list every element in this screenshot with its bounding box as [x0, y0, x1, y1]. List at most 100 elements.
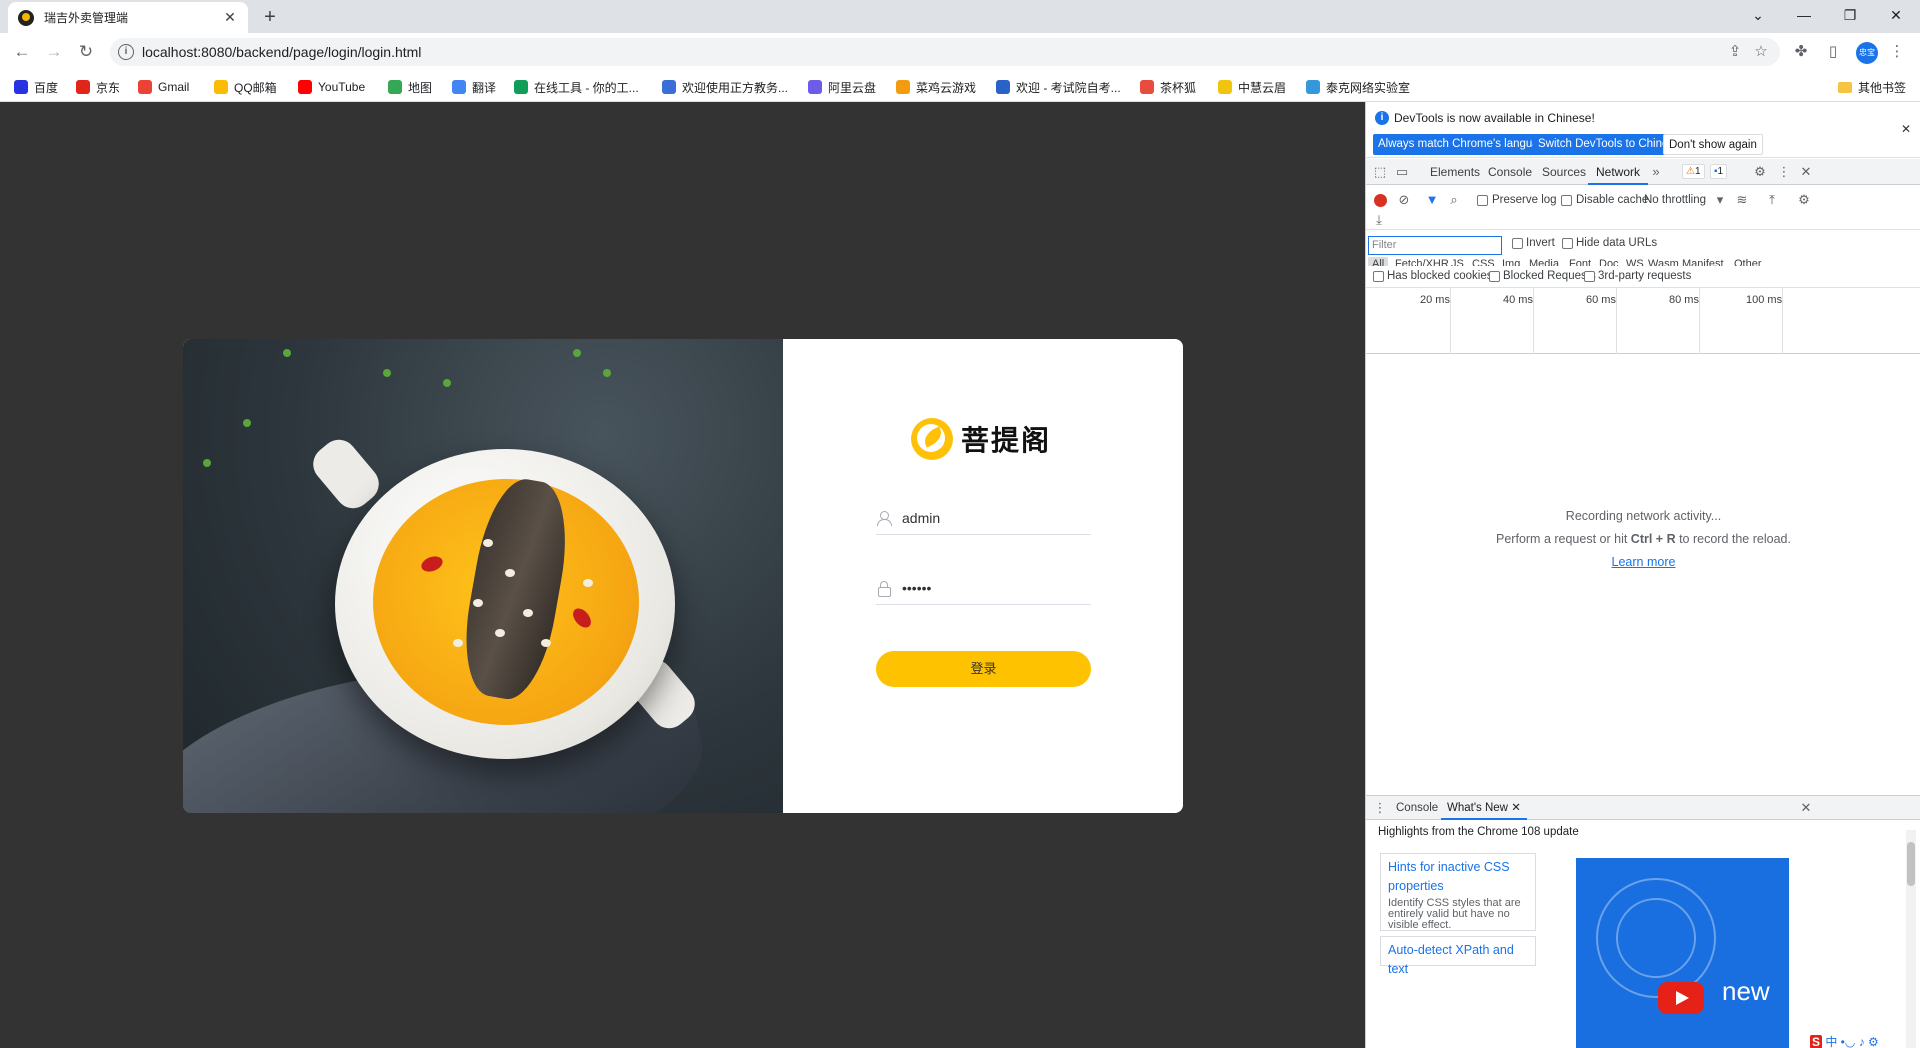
address-bar[interactable]: i localhost:8080/backend/page/login/logi… [110, 38, 1780, 66]
bookmark-item[interactable]: 在线工具 - 你的工... [514, 77, 639, 97]
bookmark-item[interactable]: QQ邮箱 [214, 77, 277, 97]
close-window-button[interactable]: ✕ [1873, 0, 1919, 30]
other-bookmarks-folder[interactable]: 其他书签 [1838, 77, 1906, 97]
timeline-gridline [1616, 288, 1617, 354]
network-settings-icon[interactable]: ⚙ [1796, 192, 1812, 208]
tab-close-icon[interactable]: ✕ [222, 9, 238, 26]
dont-show-again-button[interactable]: Don't show again [1663, 134, 1763, 155]
bookmark-item[interactable]: 京东 [76, 77, 120, 97]
bookmark-item[interactable]: 茶杯狐 [1140, 77, 1196, 97]
brand-logo: 菩提阁 [911, 417, 1051, 461]
drawer-scrollbar[interactable] [1906, 830, 1916, 1048]
messages-badge[interactable]: ▪1 [1710, 164, 1728, 179]
hide-data-urls-checkbox[interactable] [1562, 238, 1573, 249]
bookmark-item[interactable]: 欢迎使用正方教务... [662, 77, 788, 97]
record-icon[interactable] [1374, 194, 1387, 207]
username-value[interactable]: admin [902, 510, 940, 526]
restore-button[interactable]: ❐ [1827, 0, 1873, 30]
clear-icon[interactable]: ⊘ [1396, 192, 1412, 208]
tab-network[interactable]: Network [1588, 159, 1649, 185]
browser-tab-strip: 瑞吉外卖管理端 ✕ + ⌄ — ❐ ✕ [0, 0, 1920, 33]
reload-icon[interactable]: ↻ [72, 38, 100, 66]
bookmark-star-icon[interactable]: ☆ [1752, 43, 1770, 61]
bookmark-item[interactable]: 菜鸡云游戏 [896, 77, 976, 97]
password-value[interactable]: •••••• [902, 580, 931, 596]
card-title[interactable]: Hints for inactive CSS properties [1388, 858, 1528, 896]
whats-new-video-thumbnail[interactable]: new [1576, 858, 1789, 1048]
drawer-tab-console[interactable]: Console [1396, 796, 1438, 820]
disable-cache-checkbox[interactable] [1561, 195, 1572, 206]
sogou-ime-icon[interactable]: S [1810, 1035, 1823, 1048]
bookmark-favicon-icon [138, 80, 152, 94]
back-icon[interactable]: ← [8, 38, 36, 66]
tab-search-icon[interactable]: ⌄ [1735, 0, 1781, 30]
login-button[interactable]: 登录 [876, 651, 1091, 687]
infobar-close-icon[interactable]: ✕ [1901, 122, 1911, 136]
inspect-element-icon[interactable]: ⬚ [1372, 164, 1388, 180]
bookmark-item[interactable]: 翻译 [452, 77, 496, 97]
network-timeline-overview[interactable]: 20 ms 40 ms 60 ms 80 ms 100 ms [1366, 288, 1920, 354]
timeline-gridline [1699, 288, 1700, 354]
whats-new-card[interactable]: Hints for inactive CSS properties Identi… [1380, 853, 1536, 931]
more-menu-icon[interactable]: ⋮ [1886, 41, 1908, 63]
filter-funnel-icon[interactable]: ▼ [1424, 192, 1440, 208]
bookmark-item[interactable]: 百度 [14, 77, 58, 97]
bookmark-item[interactable]: 阿里云盘 [808, 77, 876, 97]
tab-elements[interactable]: Elements [1430, 159, 1480, 185]
search-icon[interactable]: ⌕ [1446, 192, 1462, 208]
password-field[interactable]: •••••• [876, 571, 1091, 605]
close-tab-icon[interactable]: ✕ [1511, 802, 1521, 814]
throttling-select[interactable]: No throttling [1644, 194, 1706, 206]
device-toggle-icon[interactable]: ▭ [1394, 164, 1410, 180]
throttling-dropdown-icon[interactable]: ▾ [1712, 192, 1728, 208]
site-info-icon[interactable]: i [118, 44, 134, 60]
new-tab-button[interactable]: + [256, 4, 284, 32]
username-field[interactable]: admin [876, 501, 1091, 535]
extensions-icon[interactable]: ✤ [1790, 41, 1812, 63]
more-tabs-icon[interactable]: » [1648, 164, 1664, 180]
bookmark-item[interactable]: 泰克网络实验室 [1306, 77, 1410, 97]
messages-count: 1 [1717, 166, 1724, 177]
scrollbar-thumb[interactable] [1907, 842, 1915, 886]
invert-checkbox[interactable] [1512, 238, 1523, 249]
side-panel-icon[interactable]: ▯ [1822, 41, 1844, 63]
preserve-log-checkbox[interactable] [1477, 195, 1488, 206]
warnings-badge[interactable]: ⚠1 [1682, 164, 1705, 179]
grain [541, 639, 551, 647]
match-language-button[interactable]: Always match Chrome's language [1373, 134, 1557, 155]
drawer-close-icon[interactable]: ✕ [1798, 800, 1814, 816]
import-har-icon[interactable]: ⤒ [1764, 192, 1780, 208]
devtools-menu-icon[interactable]: ⋮ [1776, 164, 1792, 180]
drawer-menu-icon[interactable]: ⋮ [1372, 800, 1388, 816]
export-har-icon[interactable]: ⤓ [1371, 212, 1387, 228]
filter-input[interactable]: Filter [1368, 236, 1502, 255]
bookmark-item[interactable]: 地图 [388, 77, 432, 97]
forward-icon[interactable]: → [40, 38, 68, 66]
address-url[interactable]: localhost:8080/backend/page/login/login.… [142, 44, 421, 60]
profile-avatar[interactable]: 忠宝 [1856, 42, 1878, 64]
tab-console[interactable]: Console [1488, 159, 1532, 185]
bookmark-item[interactable]: 欢迎 - 考试院自考... [996, 77, 1121, 97]
ime-toolbar[interactable]: S 中 •◡ ♪ ⚙ [1808, 1033, 1881, 1048]
whats-new-card[interactable]: Auto-detect XPath and text [1380, 936, 1536, 976]
third-party-checkbox[interactable] [1584, 271, 1595, 282]
bookmark-item[interactable]: 中慧云眉 [1218, 77, 1286, 97]
video-graphic [1616, 898, 1696, 978]
bookmark-item[interactable]: YouTube [298, 77, 365, 97]
youtube-play-icon[interactable] [1658, 982, 1704, 1014]
tab-sources[interactable]: Sources [1542, 159, 1586, 185]
settings-gear-icon[interactable]: ⚙ [1752, 164, 1768, 180]
learn-more-link[interactable]: Learn more [1612, 555, 1676, 569]
network-conditions-icon[interactable]: ≋ [1734, 192, 1750, 208]
bookmark-item[interactable]: Gmail [138, 77, 189, 97]
card-title[interactable]: Auto-detect XPath and text [1388, 941, 1528, 979]
has-blocked-cookies-label: Has blocked cookies [1387, 270, 1493, 282]
drawer-tab-whats-new[interactable]: What's New ✕ [1441, 796, 1527, 820]
devtools-close-icon[interactable]: ✕ [1798, 164, 1814, 180]
browser-tab[interactable]: 瑞吉外卖管理端 ✕ [8, 2, 248, 33]
bookmark-favicon-icon [214, 80, 228, 94]
minimize-button[interactable]: — [1781, 0, 1827, 30]
has-blocked-cookies-checkbox[interactable] [1373, 271, 1384, 282]
share-icon[interactable]: ⇪ [1726, 43, 1744, 61]
blocked-requests-checkbox[interactable] [1489, 271, 1500, 282]
